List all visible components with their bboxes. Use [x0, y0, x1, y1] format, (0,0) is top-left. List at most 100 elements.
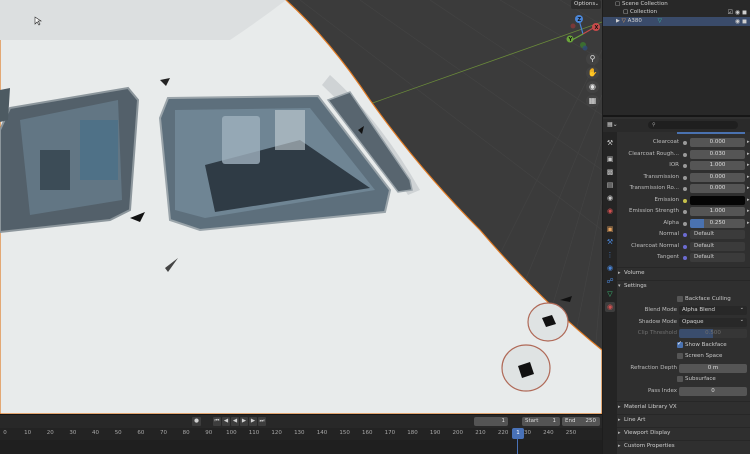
prev-keyframe-icon[interactable]: ◀ — [222, 417, 230, 426]
material-library-panel-header[interactable]: ▸ Material Library VX — [617, 401, 750, 412]
backface-culling-row[interactable]: Backface Culling — [617, 294, 750, 305]
hand-pan-icon[interactable]: ✋ — [586, 67, 599, 79]
alpha-row[interactable]: Alpha 0.250 ▸ — [617, 218, 750, 229]
show-backface-row[interactable]: Show Backface — [617, 340, 750, 351]
next-keyframe-icon[interactable]: ▶ — [249, 417, 257, 426]
particles-tab-icon[interactable]: ⋮ — [605, 250, 615, 260]
expand-arrow-icon[interactable]: ▸ — [747, 137, 750, 148]
playhead-line[interactable] — [517, 439, 518, 454]
show-backface-checkbox[interactable] — [677, 340, 683, 348]
material-tab-icon[interactable]: ◉ — [605, 302, 615, 312]
socket-dot[interactable] — [683, 141, 687, 145]
normal-field[interactable]: Default — [690, 230, 745, 239]
pass-index-row[interactable]: Pass Index 0 — [617, 386, 750, 397]
socket-dot[interactable] — [683, 199, 687, 203]
backface-culling-checkbox[interactable] — [677, 296, 683, 302]
volume-panel-header[interactable]: ▸ Volume — [617, 267, 750, 278]
outliner-collection[interactable]: ▢ Collection ☑ ◉ ◼ — [603, 8, 750, 17]
ior-field[interactable]: 1.000 — [690, 161, 745, 170]
socket-dot[interactable] — [683, 256, 687, 260]
custom-properties-panel-header[interactable]: ▸ Custom Properties — [617, 440, 750, 451]
options-dropdown[interactable]: Options ⌄ — [571, 0, 601, 9]
expand-arrow-icon[interactable]: ▸ — [747, 195, 750, 206]
end-frame-field[interactable]: End 250 — [562, 417, 600, 426]
keyframe-track[interactable] — [0, 440, 602, 454]
tangent-field[interactable]: Default — [690, 253, 745, 262]
socket-dot[interactable] — [683, 245, 687, 249]
camera-icon[interactable]: ◉ — [586, 81, 599, 93]
clearcoat-normal-field[interactable]: Default — [690, 242, 745, 251]
grid-icon[interactable]: ▦ — [586, 95, 599, 107]
output-tab-icon[interactable]: ▩ — [605, 167, 615, 177]
timeline-editor[interactable]: ● ⏮ ◀ ◀ ▶ ▶ ⏭ 1 Start 1 End 250 0 10 20 30 4… — [0, 414, 602, 454]
modifier-tab-icon[interactable]: ⚒ — [605, 237, 615, 247]
line-art-panel-header[interactable]: ▸ Line Art — [617, 414, 750, 425]
object-tab-icon[interactable]: ▣ — [605, 224, 615, 234]
zoom-icon[interactable]: ⚲ — [586, 53, 599, 65]
socket-dot[interactable] — [683, 233, 687, 237]
world-tab-icon[interactable]: ◉ — [605, 206, 615, 216]
expand-arrow-icon[interactable]: ▸ — [747, 183, 750, 194]
playhead-frame-label[interactable]: 1 — [512, 428, 524, 439]
screen-space-refraction-checkbox[interactable] — [677, 353, 683, 359]
emission-color-swatch[interactable] — [690, 196, 745, 205]
jump-end-icon[interactable]: ⏭ — [258, 417, 266, 426]
editor-type-icon[interactable]: ▦⌄ — [607, 121, 618, 128]
transmission-roughness-row[interactable]: Transmission Ro... 0.000 ▸ — [617, 183, 750, 194]
3d-viewport[interactable]: Z X Y Options ⌄ ⚲ ✋ ◉ ▦ — [0, 0, 602, 414]
render-tab-icon[interactable]: ▣ — [605, 154, 615, 164]
normal-row[interactable]: Normal Default — [617, 229, 750, 240]
pass-index-field[interactable]: 0 — [679, 387, 747, 396]
tool-tab-icon[interactable]: ⚒ — [605, 138, 615, 148]
settings-panel-header[interactable]: ▾ Settings — [617, 280, 750, 291]
transmission-roughness-field[interactable]: 0.000 — [690, 184, 745, 193]
refraction-depth-field[interactable]: 0 m — [679, 364, 747, 373]
blend-mode-row[interactable]: Blend Mode Alpha Blend — [617, 304, 750, 316]
screen-space-refraction-row[interactable]: Screen Space Refraction — [617, 351, 750, 370]
shadow-mode-select[interactable]: Opaque — [679, 316, 747, 327]
expand-arrow-icon[interactable]: ▸ — [747, 206, 750, 217]
expand-arrow-icon[interactable]: ▸ — [747, 160, 750, 171]
current-frame-field[interactable]: 1 — [474, 417, 508, 426]
refraction-depth-row[interactable]: Refraction Depth 0 m — [617, 363, 750, 374]
outliner-object-a380[interactable]: ▶ ▽ A380 ▽ ◉ ◼ — [603, 17, 750, 26]
outliner[interactable]: ▢ Scene Collection ▢ Collection ☑ ◉ ◼ ▶ … — [603, 0, 750, 117]
ior-row[interactable]: IOR 1.000 ▸ — [617, 160, 750, 171]
emission-strength-field[interactable]: 1.000 — [690, 207, 745, 216]
tangent-row[interactable]: Tangent Default — [617, 252, 750, 263]
clearcoat-roughness-row[interactable]: Clearcoat Rough... 0.030 ▸ — [617, 149, 750, 160]
socket-dot[interactable] — [683, 164, 687, 168]
view-layer-tab-icon[interactable]: ▤ — [605, 180, 615, 190]
scene-tab-icon[interactable]: ◉ — [605, 193, 615, 203]
data-tab-icon[interactable]: ▽ — [605, 289, 615, 299]
expand-arrow-icon[interactable]: ▶ — [603, 18, 620, 24]
record-button[interactable]: ● — [192, 417, 201, 426]
clearcoat-normal-row[interactable]: Clearcoat Normal Default — [617, 241, 750, 252]
expand-arrow-icon[interactable]: ▸ — [747, 218, 750, 229]
shadow-mode-row[interactable]: Shadow Mode Opaque — [617, 316, 750, 328]
socket-dot[interactable] — [683, 153, 687, 157]
socket-dot[interactable] — [683, 176, 687, 180]
socket-dot[interactable] — [683, 222, 687, 226]
subsurface-translucency-row[interactable]: Subsurface Translucency — [617, 374, 750, 393]
alpha-slider[interactable]: 0.250 — [690, 219, 745, 228]
clearcoat-field[interactable]: 0.000 — [690, 138, 745, 147]
collection-visibility-icons[interactable]: ☑ ◉ ◼ — [728, 8, 747, 17]
socket-dot[interactable] — [683, 210, 687, 214]
emission-strength-row[interactable]: Emission Strength 1.000 ▸ — [617, 206, 750, 217]
viewport-display-panel-header[interactable]: ▸ Viewport Display — [617, 427, 750, 438]
expand-arrow-icon[interactable]: ▸ — [747, 149, 750, 160]
properties-search-input[interactable]: ⚲ — [648, 121, 738, 129]
socket-dot[interactable] — [683, 187, 687, 191]
blend-mode-select[interactable]: Alpha Blend — [679, 304, 747, 315]
play-icon[interactable]: ▶ — [240, 417, 248, 426]
start-frame-field[interactable]: Start 1 — [522, 417, 560, 426]
object-visibility-icons[interactable]: ◉ ◼ — [735, 17, 747, 26]
constraints-tab-icon[interactable]: ☍ — [605, 276, 615, 286]
transmission-row[interactable]: Transmission 0.000 ▸ — [617, 172, 750, 183]
play-reverse-icon[interactable]: ◀ — [231, 417, 239, 426]
transmission-field[interactable]: 0.000 — [690, 173, 745, 182]
subsurface-translucency-checkbox[interactable] — [677, 376, 683, 382]
emission-row[interactable]: Emission ▸ — [617, 195, 750, 206]
jump-start-icon[interactable]: ⏮ — [213, 417, 221, 426]
